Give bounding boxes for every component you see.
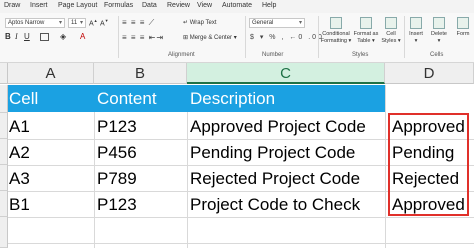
table-cell[interactable]: Approved Project Code: [190, 113, 366, 140]
row-header[interactable]: [0, 191, 8, 217]
cells-group-label: Cells: [430, 52, 444, 58]
grid-line: [8, 243, 474, 244]
group-divider: [404, 16, 405, 58]
table-cell[interactable]: B1: [9, 191, 30, 218]
group-divider: [245, 16, 246, 58]
format-cells-label: Form: [456, 31, 470, 37]
increase-font-size-icon[interactable]: A▲: [89, 18, 98, 27]
underline-icon[interactable]: U: [24, 32, 30, 41]
ribbon-tab-bar: Draw Insert Page Layout Formulas Data Re…: [0, 0, 474, 13]
font-name-dropdown[interactable]: Aptos Narrow: [5, 18, 65, 28]
merge-icon: ⊞: [183, 35, 190, 41]
table-cell[interactable]: Pending Project Code: [190, 139, 355, 166]
row-header[interactable]: [0, 165, 8, 191]
decrease-font-size-icon[interactable]: A▼: [100, 18, 109, 27]
format-cells-button[interactable]: Form: [452, 17, 474, 38]
grid-line: [385, 85, 386, 248]
wrap-text-label: Wrap Text: [189, 20, 217, 26]
table-cell[interactable]: A2: [9, 139, 30, 166]
highlight-border: [388, 113, 469, 216]
column-header-a[interactable]: A: [8, 63, 94, 84]
fill-color-icon[interactable]: ◈: [60, 32, 66, 41]
font-color-icon[interactable]: A: [80, 32, 85, 41]
top-align-icons[interactable]: ≡ ≡ ≡ ⟋: [122, 18, 155, 28]
group-divider: [118, 16, 119, 58]
alignment-group-label: Alignment: [168, 52, 195, 58]
format-cells-icon: [457, 17, 469, 29]
font-size-dropdown[interactable]: 11: [68, 18, 86, 28]
delete-cells-label-2: ▾: [437, 37, 441, 44]
cell-styles-label-2: Styles ▾: [381, 37, 401, 44]
conditional-formatting-label: Conditional: [322, 31, 350, 37]
header-cell-content[interactable]: Content: [97, 85, 157, 112]
row-header[interactable]: [0, 139, 8, 165]
tab-formulas[interactable]: Formulas: [104, 2, 133, 9]
tab-automate[interactable]: Automate: [222, 2, 252, 9]
merge-center-button[interactable]: ⊞ Merge & Center ▾: [183, 34, 237, 41]
tab-view[interactable]: View: [197, 2, 212, 9]
format-as-table-label-2: Table ▾: [357, 37, 375, 44]
select-all-corner[interactable]: [0, 63, 8, 84]
number-group-label: Number: [262, 52, 284, 58]
cell-styles-icon: [385, 17, 397, 29]
table-cell[interactable]: Project Code to Check: [190, 191, 360, 218]
tab-draw[interactable]: Draw: [4, 2, 20, 9]
cell-styles-button[interactable]: Cell Styles ▾: [381, 17, 401, 44]
tab-insert[interactable]: Insert: [30, 2, 48, 9]
header-cell-description[interactable]: Description: [190, 85, 275, 112]
row-header[interactable]: [0, 217, 8, 248]
group-divider: [318, 16, 319, 58]
table-cell[interactable]: A1: [9, 113, 30, 140]
format-as-table-button[interactable]: Format as Table ▾: [353, 17, 379, 44]
format-as-table-label: Format as: [353, 31, 379, 37]
merge-center-label: Merge & Center: [189, 35, 233, 41]
styles-group-label: Styles: [352, 52, 369, 58]
table-cell[interactable]: A3: [9, 165, 30, 192]
column-header-c[interactable]: C: [187, 63, 385, 84]
wrap-text-icon: ↵: [183, 20, 190, 26]
number-format-dropdown[interactable]: General: [249, 18, 305, 28]
tab-review[interactable]: Review: [167, 2, 190, 9]
insert-cells-label-2: ▾: [414, 37, 418, 44]
borders-icon[interactable]: [40, 33, 49, 41]
delete-cells-icon: [433, 17, 445, 29]
column-header-d[interactable]: D: [385, 63, 474, 84]
row-header[interactable]: [0, 85, 8, 113]
tab-help[interactable]: Help: [262, 2, 276, 9]
number-format-icons[interactable]: $ ▾ % , ←0 .00: [250, 33, 324, 41]
column-header-b[interactable]: B: [94, 63, 187, 84]
header-cell-cell[interactable]: Cell: [9, 85, 38, 112]
row-header[interactable]: [0, 113, 8, 139]
ribbon: Aptos Narrow 11 A▲ A▼ B I U ◈ A ≡ ≡ ≡ ⟋ …: [0, 13, 474, 63]
delete-cells-label: Delete: [431, 31, 447, 37]
table-cell[interactable]: P123: [97, 191, 137, 218]
italic-icon[interactable]: I: [15, 32, 18, 41]
table-cell[interactable]: Rejected Project Code: [190, 165, 360, 192]
table-cell[interactable]: P456: [97, 139, 137, 166]
horizontal-align-icons[interactable]: ≡ ≡ ≡ ⇤⇥: [122, 33, 164, 42]
conditional-formatting-label-2: Formatting ▾: [320, 37, 352, 44]
wrap-text-button[interactable]: ↵ Wrap Text: [183, 19, 217, 26]
conditional-formatting-button[interactable]: Conditional Formatting ▾: [320, 17, 352, 44]
delete-cells-button[interactable]: Delete ▾: [428, 17, 450, 44]
bold-icon[interactable]: B: [5, 32, 11, 41]
table-cell[interactable]: P789: [97, 165, 137, 192]
conditional-formatting-icon: [330, 17, 342, 29]
tab-page-layout[interactable]: Page Layout: [58, 2, 97, 9]
insert-cells-icon: [410, 17, 422, 29]
table-cell[interactable]: P123: [97, 113, 137, 140]
format-as-table-icon: [360, 17, 372, 29]
insert-cells-button[interactable]: Insert ▾: [406, 17, 426, 44]
tab-data[interactable]: Data: [142, 2, 157, 9]
